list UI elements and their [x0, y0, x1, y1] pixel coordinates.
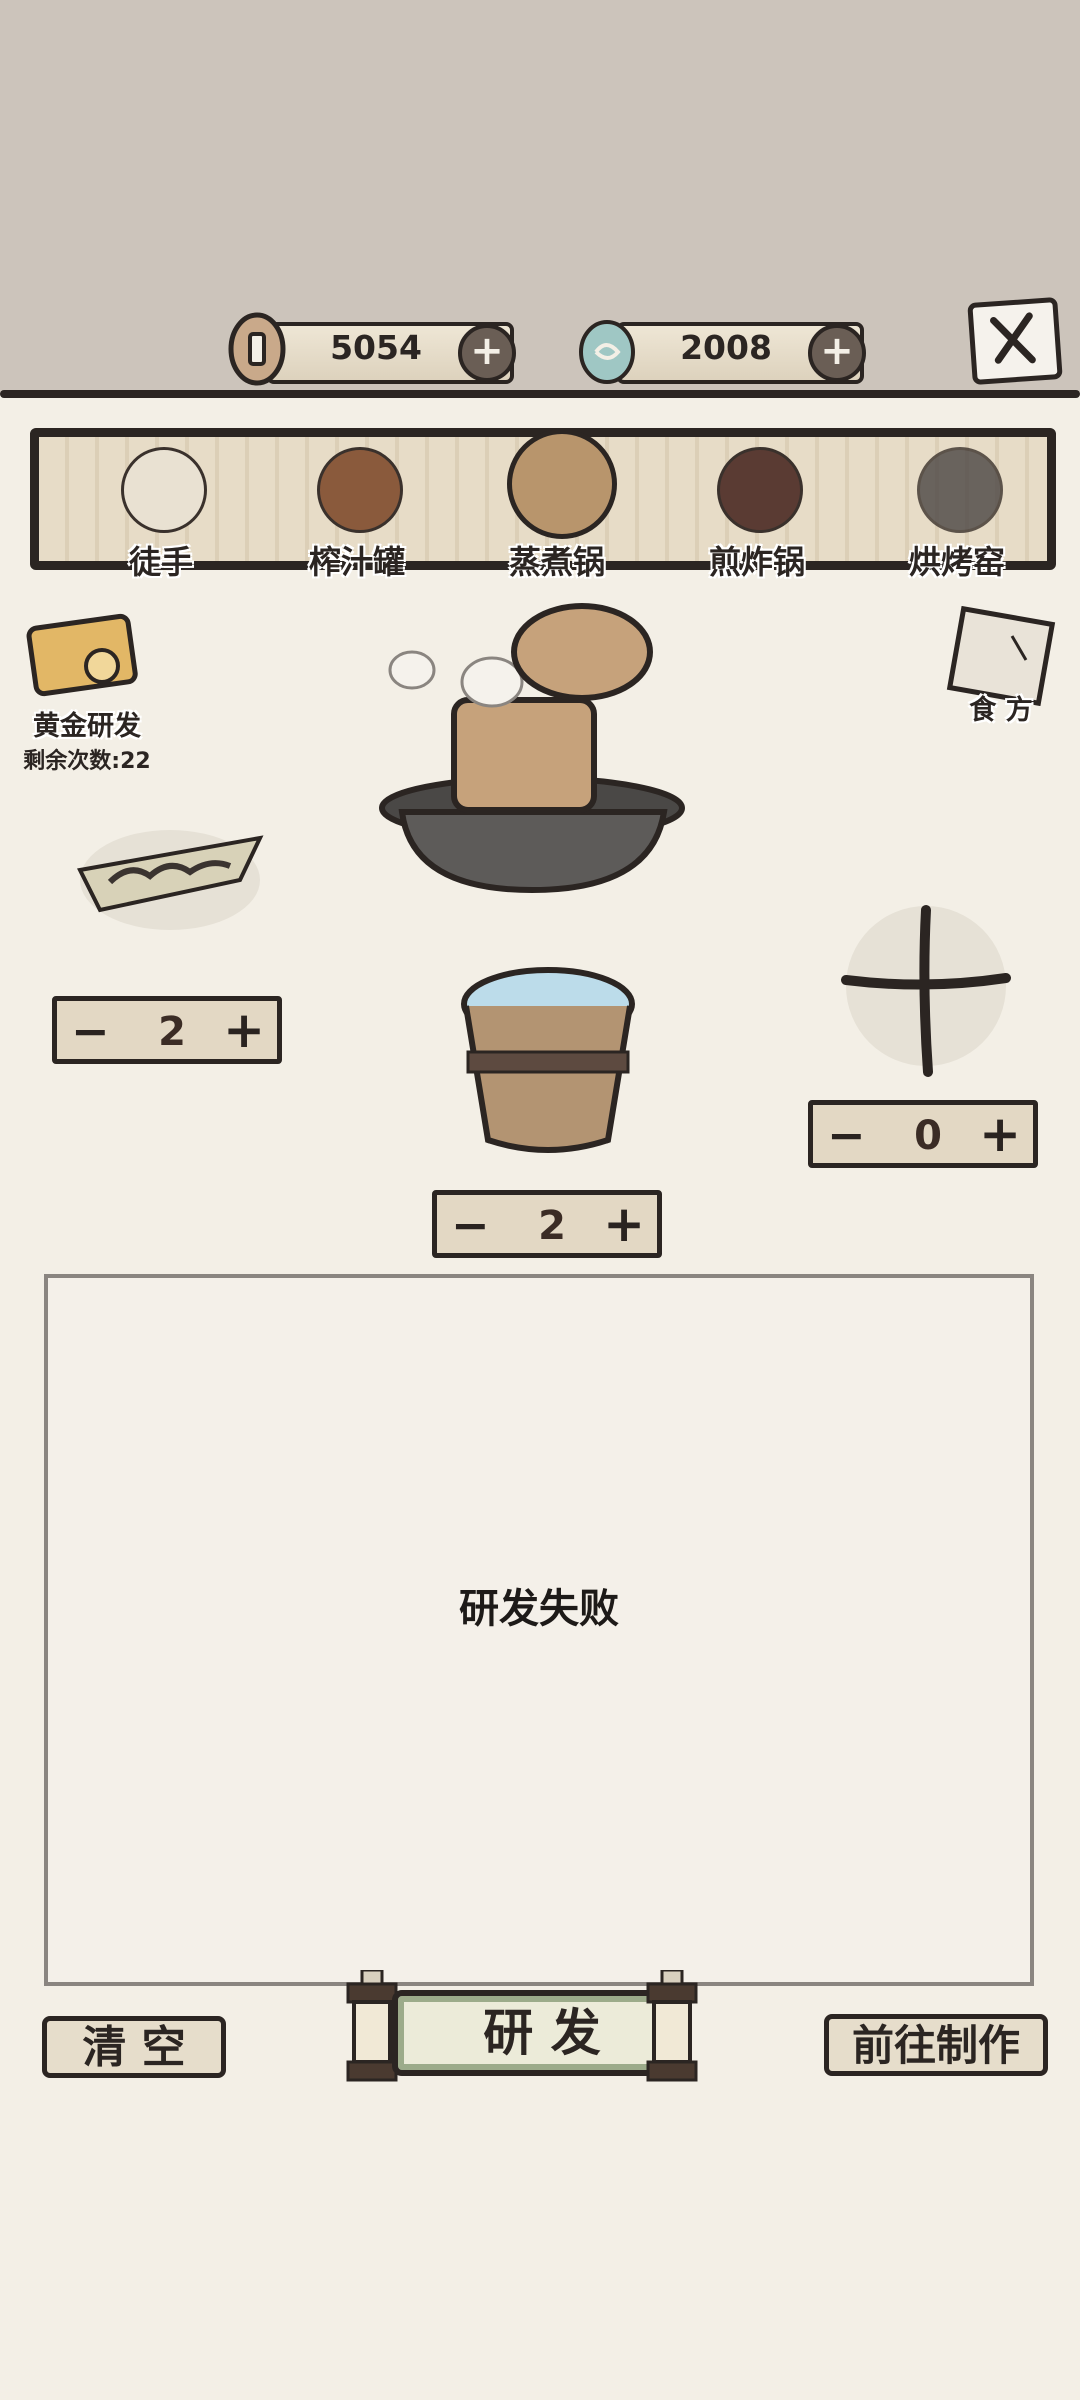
steamer-pot-illustration: [379, 603, 685, 894]
tool-bare-hands[interactable]: 徒手: [91, 417, 231, 581]
tool-label: 徒手: [128, 543, 193, 581]
golden-research-label: 黄金研发: [33, 711, 141, 742]
empty-slot-plus-icon: [841, 905, 1011, 1077]
hand-herb-icon: [121, 447, 207, 533]
jade-gem-icon: [579, 320, 635, 384]
add-coins-button[interactable]: +: [458, 324, 516, 382]
juice-barrel-icon: [317, 447, 403, 533]
tool-oven-kiln[interactable]: 烘烤窑: [887, 417, 1027, 581]
right-increase-button[interactable]: +: [979, 1109, 1021, 1159]
close-icon: [990, 312, 1036, 364]
tool-label: 蒸煮锅: [508, 543, 605, 581]
gem-counter: 2008 +: [576, 316, 866, 384]
coin-value: 5054: [330, 328, 422, 367]
right-decrease-button[interactable]: −: [827, 1111, 866, 1159]
tool-juice-barrel[interactable]: 榨汁罐: [287, 417, 427, 581]
recipe-book-button[interactable]: 食 方: [936, 605, 1066, 727]
oven-kiln-icon: [917, 447, 1003, 533]
water-increase-button[interactable]: +: [603, 1199, 645, 1249]
tool-steamer-pot[interactable]: 蒸煮锅: [487, 393, 627, 581]
result-panel: 研发失败: [44, 1274, 1034, 1986]
tool-label: 烘烤窑: [908, 543, 1005, 581]
right-count: 0: [914, 1113, 942, 1159]
close-button[interactable]: [967, 296, 1063, 386]
coin-counter: 5054 +: [226, 312, 516, 386]
water-bucket-icon: [461, 967, 635, 1153]
tea-leaves-icon: [77, 830, 264, 930]
gem-value: 2008: [680, 328, 772, 367]
golden-research-button[interactable]: 黄金研发 剩余次数:22: [12, 608, 162, 775]
right-lantern-icon: [646, 1970, 698, 2082]
steamer-pot-icon: [507, 429, 617, 539]
cooking-tool-bar: 徒手 榨汁罐 蒸煮锅 煎炸锅 烘烤窑: [30, 428, 1056, 581]
water-decrease-button[interactable]: −: [451, 1201, 490, 1249]
clear-button[interactable]: 清 空: [42, 2016, 226, 2078]
left-increase-button[interactable]: +: [223, 1005, 265, 1055]
add-gems-button[interactable]: +: [808, 324, 866, 382]
tool-label: 煎炸锅: [708, 543, 805, 581]
top-band: [0, 0, 1080, 392]
tool-frying-pan[interactable]: 煎炸锅: [687, 417, 827, 581]
water-counter: − 2 +: [432, 1190, 662, 1258]
tool-label: 榨汁罐: [308, 543, 405, 581]
water-count: 2: [538, 1203, 566, 1249]
copper-coin-icon: [228, 312, 286, 386]
right-ingredient-counter: − 0 +: [808, 1100, 1038, 1168]
goto-make-button[interactable]: 前往制作: [824, 2014, 1048, 2076]
left-decrease-button[interactable]: −: [71, 1007, 110, 1055]
frying-pan-icon: [717, 447, 803, 533]
remaining-count: 剩余次数:22: [23, 749, 151, 774]
left-count: 2: [158, 1009, 186, 1055]
golden-research-icon: [26, 613, 138, 697]
left-ingredient-counter: − 2 +: [52, 996, 282, 1064]
result-message: 研发失败: [459, 1586, 619, 1632]
